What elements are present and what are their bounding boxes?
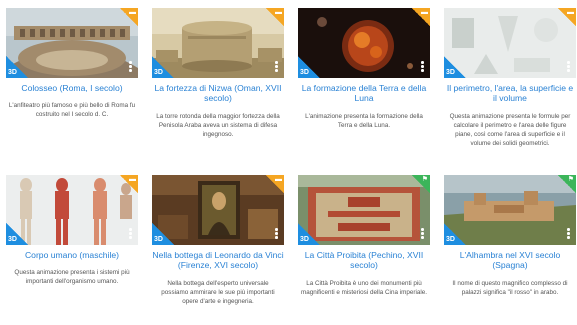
3d-badge: 3D xyxy=(152,223,174,245)
card-description: Questa animazione presenta le formule pe… xyxy=(449,113,571,147)
more-options-icon[interactable] xyxy=(275,228,278,240)
3d-badge: 3D xyxy=(6,223,28,245)
card-description: L'anfiteatro più famoso e più bello di R… xyxy=(8,102,136,118)
box-icon: ▬ xyxy=(412,8,430,26)
card-description: L'animazione presenta la formazione dell… xyxy=(305,113,423,129)
thumbnail-colosseo[interactable]: 3D ▬ xyxy=(6,8,138,78)
more-options-icon[interactable] xyxy=(129,61,132,73)
card-title[interactable]: L'Alhambra nel XVI secolo (Spagna) xyxy=(444,250,576,270)
more-options-icon[interactable] xyxy=(567,61,570,73)
box-icon: ▬ xyxy=(266,8,284,26)
card-perimetro[interactable]: 3D ▬ Il perimetro, l'area, la superficie… xyxy=(444,8,576,158)
card-title[interactable]: Il perimetro, l'area, la superficie e il… xyxy=(444,83,576,103)
thumbnail-corpo-umano[interactable]: 3D ▬ xyxy=(6,175,138,245)
thumbnail-alhambra[interactable]: 3D ⚑ xyxy=(444,175,576,245)
card-nizwa[interactable]: 3D ▬ La fortezza di Nizwa (Oman, XVII se… xyxy=(152,8,284,158)
3d-badge: 3D xyxy=(444,223,466,245)
card-title[interactable]: Corpo umano (maschile) xyxy=(6,250,138,260)
card-title[interactable]: La formazione della Terra e della Luna xyxy=(298,83,430,103)
more-options-icon[interactable] xyxy=(421,228,424,240)
box-icon: ▬ xyxy=(120,175,138,193)
thumbnail-citta-proibita[interactable]: 3D ⚑ xyxy=(298,175,430,245)
3d-badge: 3D xyxy=(298,223,320,245)
thumbnail-terra-luna[interactable]: 3D ▬ xyxy=(298,8,430,78)
3d-badge: 3D xyxy=(298,56,320,78)
box-icon: ▬ xyxy=(558,8,576,26)
card-title[interactable]: La Città Proibita (Pechino, XVII secolo) xyxy=(298,250,430,270)
more-options-icon[interactable] xyxy=(275,61,278,73)
card-colosseo[interactable]: 3D ▬ Colosseo (Roma, I secolo) L'anfitea… xyxy=(6,8,138,158)
card-title[interactable]: La fortezza di Nizwa (Oman, XVII secolo) xyxy=(152,83,284,103)
box-icon: ▬ xyxy=(266,175,284,193)
card-corpo-umano[interactable]: 3D ▬ Corpo umano (maschile) Questa anima… xyxy=(6,175,138,325)
card-citta-proibita[interactable]: 3D ⚑ La Città Proibita (Pechino, XVII se… xyxy=(298,175,430,325)
box-icon: ▬ xyxy=(120,8,138,26)
card-terra-luna[interactable]: 3D ▬ La formazione della Terra e della L… xyxy=(298,8,430,158)
flag-icon: ⚑ xyxy=(412,175,430,193)
more-options-icon[interactable] xyxy=(421,61,424,73)
card-description: Questa animazione presenta i sistemi più… xyxy=(14,269,130,285)
more-options-icon[interactable] xyxy=(129,228,132,240)
card-leonardo[interactable]: 3D ▬ Nella bottega di Leonardo da Vinci … xyxy=(152,175,284,325)
3d-badge: 3D xyxy=(444,56,466,78)
card-title[interactable]: Nella bottega di Leonardo da Vinci (Fire… xyxy=(152,250,284,270)
3d-badge: 3D xyxy=(6,56,28,78)
card-description: Nella bottega dell'esperto universale po… xyxy=(161,280,275,305)
flag-icon: ⚑ xyxy=(558,175,576,193)
card-alhambra[interactable]: 3D ⚑ L'Alhambra nel XVI secolo (Spagna) … xyxy=(444,175,576,325)
3d-badge: 3D xyxy=(152,56,174,78)
thumbnail-perimetro[interactable]: 3D ▬ xyxy=(444,8,576,78)
card-description: La torre rotonda della maggior fortezza … xyxy=(156,113,280,138)
card-description: Il nome di questo magnifico complesso di… xyxy=(452,280,568,296)
card-title[interactable]: Colosseo (Roma, I secolo) xyxy=(6,83,138,93)
thumbnail-leonardo[interactable]: 3D ▬ xyxy=(152,175,284,245)
card-description: La Città Proibita è uno dei monumenti pi… xyxy=(301,280,427,296)
more-options-icon[interactable] xyxy=(567,228,570,240)
thumbnail-nizwa[interactable]: 3D ▬ xyxy=(152,8,284,78)
